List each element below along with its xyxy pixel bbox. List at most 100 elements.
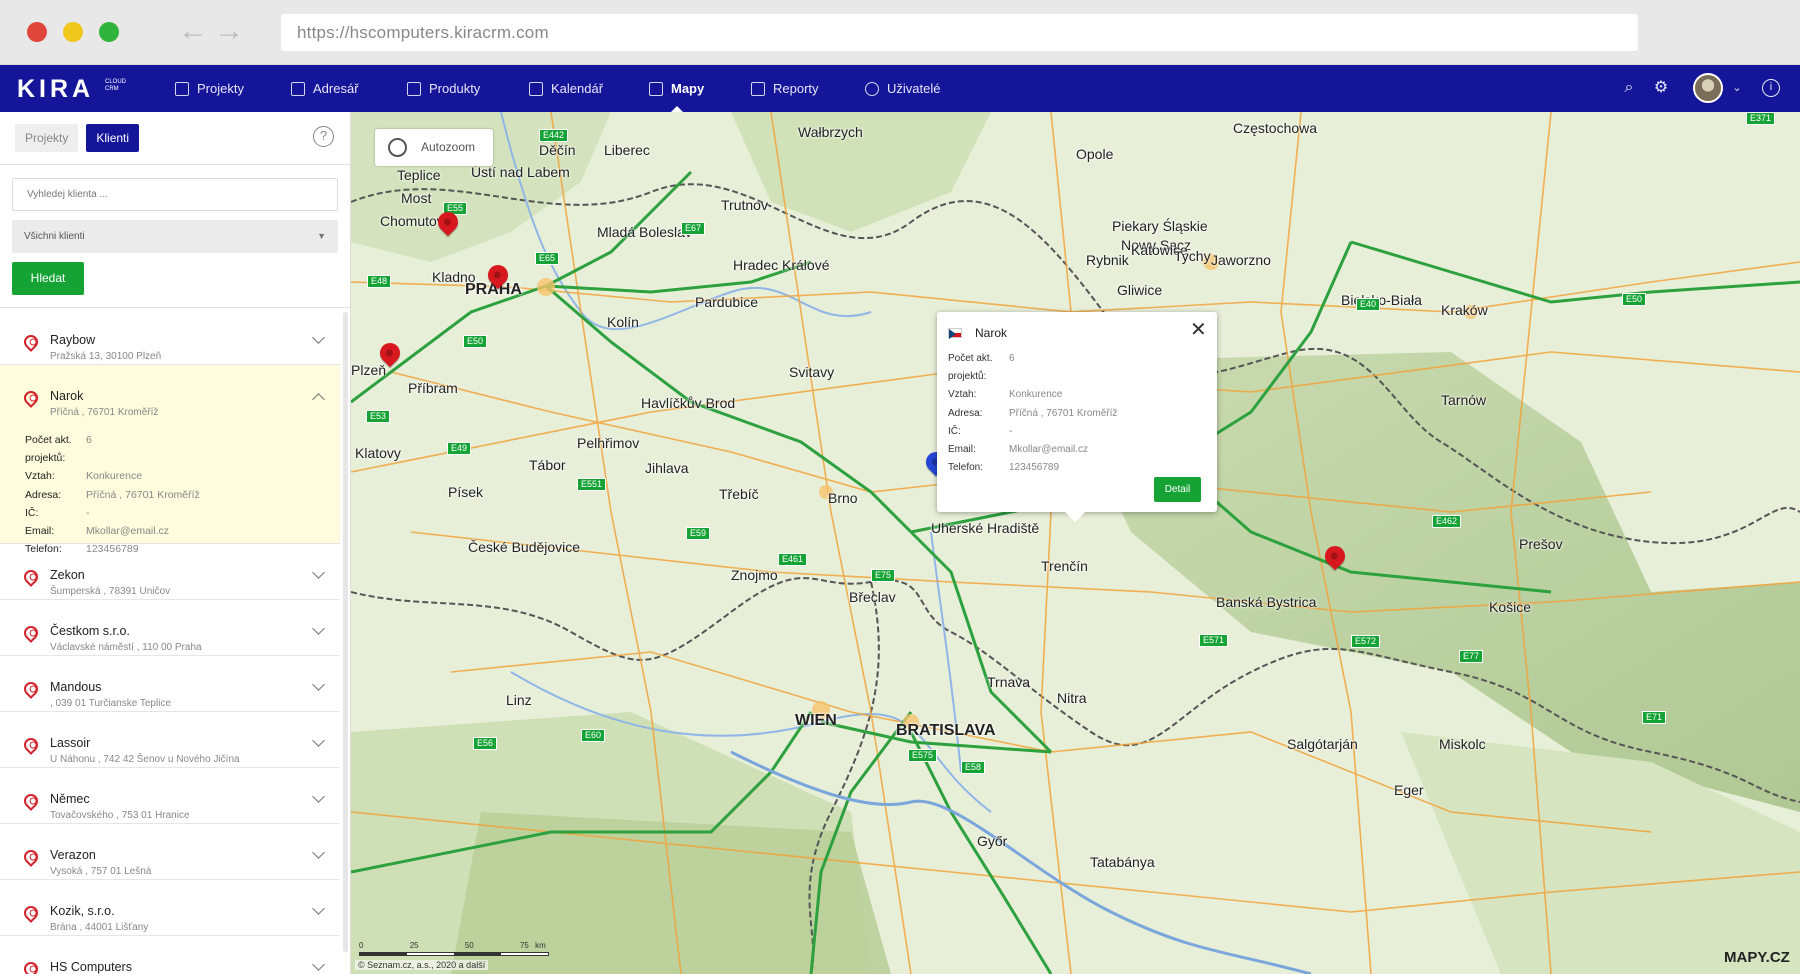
map-city-label: Písek — [448, 484, 484, 500]
map-city-label: Eger — [1394, 782, 1424, 798]
road-shield: E67 — [681, 222, 706, 235]
help-icon[interactable]: ? — [313, 126, 334, 147]
autozoom-label: Autozoom — [421, 140, 476, 154]
sidebar-tabs: Projekty Klienti — [15, 124, 140, 152]
location-pin-icon — [21, 847, 41, 867]
chevron-down-icon[interactable] — [312, 566, 325, 579]
chevron-down-icon[interactable] — [312, 734, 325, 747]
nav-produkty[interactable]: Produkty — [407, 65, 480, 112]
gear-icon[interactable]: ⚙ — [1652, 79, 1670, 97]
chevron-down-icon[interactable] — [312, 790, 325, 803]
address-bar[interactable]: https://hscomputers.kiracrm.com — [281, 14, 1638, 51]
client-list-item[interactable]: Lassoir U Náhonu , 742 42 Šenov u Nového … — [0, 712, 340, 768]
client-name: Lassoir — [50, 736, 91, 750]
map-city-label: Piekary Śląskie — [1112, 218, 1208, 234]
scale-tick: 75 — [519, 941, 529, 950]
map-city-label: Pelhřimov — [577, 435, 640, 451]
client-address: Václavské náměstí , 110 00 Praha — [50, 642, 202, 653]
mapy-cz-logo[interactable]: MAPY.CZ — [1724, 949, 1790, 966]
client-list-item[interactable]: HS Computers — [0, 936, 340, 974]
location-pin-icon — [21, 679, 41, 699]
client-search-input[interactable]: Vyhledej klienta ... — [12, 178, 338, 211]
map-copyright[interactable]: © Seznam.cz, a.s., 2020 a další — [355, 960, 489, 970]
nav-kalendar[interactable]: Kalendář — [529, 65, 603, 112]
map-view[interactable]: Wałbrzych Częstochowa Opole Děčín Liberec Tep… — [351, 112, 1800, 974]
nav-mapy[interactable]: Mapy — [649, 65, 704, 112]
client-list-item[interactable]: Kozik, s.r.o. Brána , 44001 Lišťany — [0, 880, 340, 936]
back-arrow-icon[interactable]: ← — [178, 16, 208, 46]
popup-label: Adresa: — [948, 407, 983, 419]
forward-arrow-icon[interactable]: → — [214, 16, 244, 46]
client-filter-select[interactable]: Všichni klienti ▼ — [12, 220, 338, 253]
client-name: Mandous — [50, 680, 102, 694]
map-city-label: Trenčín — [1041, 558, 1088, 574]
autozoom-button[interactable]: Autozoom — [375, 129, 493, 166]
nav-uzivatele[interactable]: Uživatelé — [865, 65, 940, 112]
map-city-label: Kladno — [432, 269, 476, 285]
nav-reporty[interactable]: Reporty — [751, 65, 819, 112]
map-city-label: Teplice — [397, 167, 441, 183]
maximize-window-button[interactable] — [99, 22, 119, 42]
map-icon — [649, 81, 663, 96]
close-icon[interactable]: ✕ — [1190, 320, 1207, 340]
map-city-label: Most — [401, 190, 432, 206]
chevron-down-icon[interactable] — [312, 958, 325, 971]
chevron-up-icon[interactable] — [312, 393, 325, 406]
road-shield: E48 — [367, 275, 392, 288]
map-city-label: Kraków — [1441, 302, 1488, 318]
map-city-label: Częstochowa — [1233, 120, 1318, 136]
detail-value: Příčná , 76701 Kroměříž — [86, 488, 200, 501]
scrollbar[interactable] — [343, 312, 348, 952]
popup-label: IČ: — [948, 425, 961, 437]
popup-value: - — [1009, 425, 1013, 437]
client-list-item[interactable]: Raybow Pražská 13, 30100 Plzeň — [0, 309, 340, 365]
popup-value: Konkurence — [1009, 389, 1063, 401]
detail-value: - — [86, 506, 90, 519]
client-name: Němec — [50, 792, 90, 806]
scale-tick: 0 — [359, 941, 364, 950]
scale-unit: km — [535, 941, 546, 950]
search-button[interactable]: Hledat — [12, 262, 84, 295]
close-window-button[interactable] — [27, 22, 47, 42]
info-icon[interactable]: i — [1762, 79, 1780, 97]
tab-projekty[interactable]: Projekty — [15, 124, 79, 152]
client-list-item[interactable]: Čestkom s.r.o. Václavské náměstí , 110 00… — [0, 600, 340, 656]
map-city-label: Tábor — [529, 457, 566, 473]
user-avatar[interactable] — [1693, 73, 1723, 103]
map-city-label: Prešov — [1519, 536, 1563, 552]
popup-details: Počet akt. projektů: 6 Vztah: Konkurence A… — [948, 350, 1117, 477]
location-pin-icon — [21, 567, 41, 587]
client-list-item[interactable]: Verazon Vysoká , 757 01 Lešná — [0, 824, 340, 880]
chevron-down-icon[interactable]: ⌄ — [1728, 79, 1746, 97]
chevron-down-icon[interactable] — [312, 331, 325, 344]
client-list-item[interactable]: Mandous , 039 01 Turčianske Teplice — [0, 656, 340, 712]
client-list-item[interactable]: Němec Tovačovského , 753 01 Hranice — [0, 768, 340, 824]
nav-label: Projekty — [197, 81, 244, 96]
detail-button[interactable]: Detail — [1154, 477, 1201, 502]
road-shield: E77 — [1459, 650, 1484, 663]
popup-label: Vztah: — [948, 389, 977, 401]
filter-value: Všichni klienti — [24, 231, 85, 242]
client-address: Tovačovského , 753 01 Hranice — [50, 810, 190, 821]
nav-adresar[interactable]: Adresář — [291, 65, 359, 112]
chevron-down-icon[interactable] — [312, 678, 325, 691]
logo-text: KIRA — [17, 75, 95, 103]
search-icon[interactable]: ⌕ — [1620, 79, 1638, 97]
client-list-item[interactable]: Zekon Šumperská , 78391 Uničov — [0, 544, 340, 600]
divider — [0, 307, 351, 308]
minimize-window-button[interactable] — [63, 22, 83, 42]
client-address: Brána , 44001 Lišťany — [50, 922, 149, 933]
caret-down-icon: ▼ — [317, 231, 326, 241]
chevron-down-icon[interactable] — [312, 622, 325, 635]
chevron-down-icon[interactable] — [312, 902, 325, 915]
road-shield: E371 — [1746, 112, 1776, 125]
nav-projekty[interactable]: Projekty — [175, 65, 244, 112]
client-list-item[interactable]: Narok Příčná , 76701 Kroměříž Počet akt. p… — [0, 365, 340, 555]
popup-label: Telefon: — [948, 462, 984, 474]
tab-klienti[interactable]: Klienti — [86, 124, 140, 152]
calendar-icon — [529, 81, 543, 96]
kira-logo[interactable]: KIRA CLOUD CRM — [17, 75, 126, 104]
popup-value: 6 — [1009, 353, 1015, 364]
chevron-down-icon[interactable] — [312, 846, 325, 859]
road-shield: E572 — [1351, 635, 1381, 648]
